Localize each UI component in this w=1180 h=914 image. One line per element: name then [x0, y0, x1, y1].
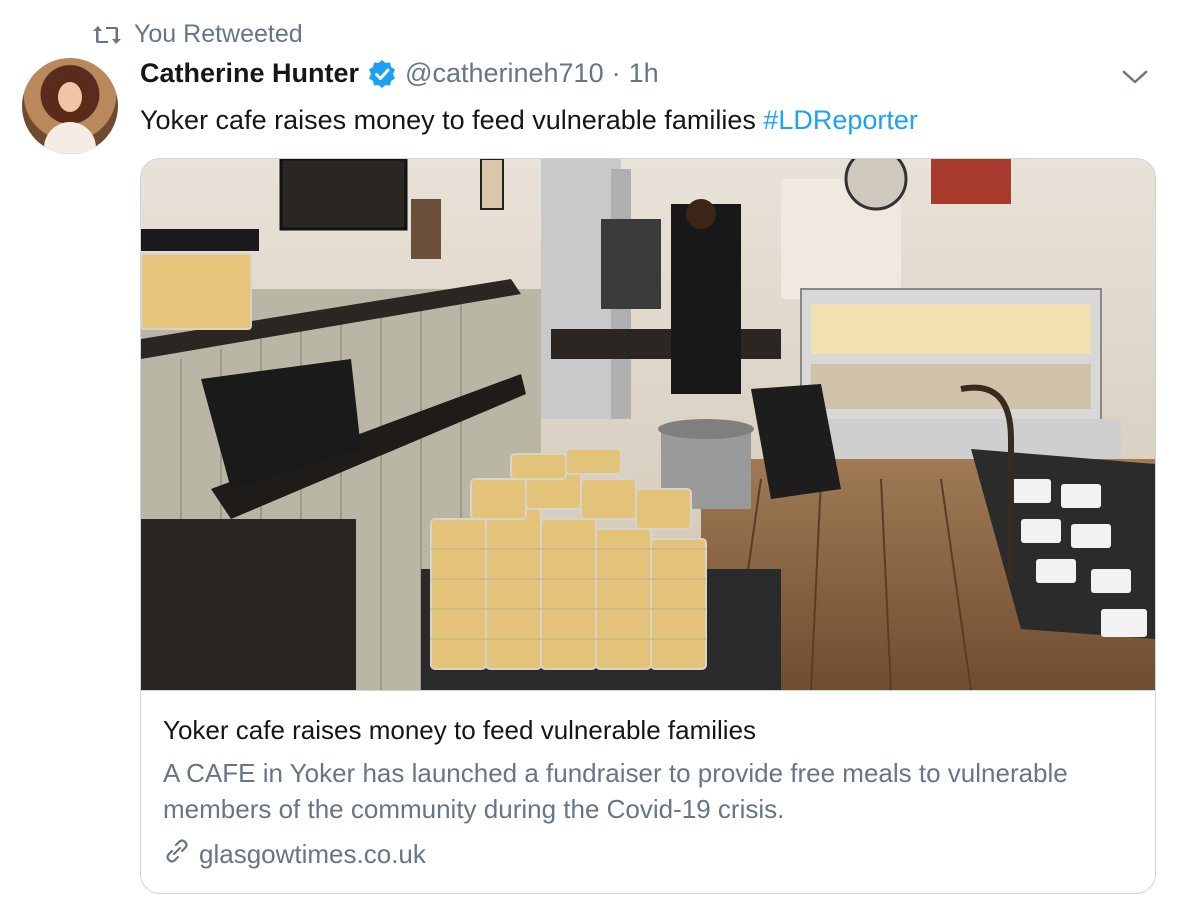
cafe-photo — [141, 159, 1155, 690]
card-body: Yoker cafe raises money to feed vulnerab… — [163, 713, 1133, 872]
hashtag-link[interactable]: #LDReporter — [763, 105, 918, 135]
card-domain[interactable]: glasgowtimes.co.uk — [199, 839, 426, 870]
link-card[interactable]: Yoker cafe raises money to feed vulnerab… — [140, 158, 1156, 894]
verified-icon — [367, 59, 397, 89]
card-description: A CAFE in Yoker has launched a fundraise… — [163, 758, 1068, 824]
tweet-body: Yoker cafe raises money to feed vulnerab… — [140, 105, 764, 135]
retweet-label: You Retweeted — [134, 20, 303, 48]
retweet-icon — [92, 24, 122, 46]
link-icon — [163, 837, 191, 872]
card-domain-row: glasgowtimes.co.uk — [163, 837, 1133, 872]
author-name[interactable]: Catherine Hunter — [140, 58, 359, 89]
retweet-indicator: You Retweeted — [92, 20, 303, 49]
separator-dot: · — [611, 58, 621, 88]
card-title: Yoker cafe raises money to feed vulnerab… — [163, 715, 757, 745]
card-image[interactable] — [141, 159, 1155, 691]
tweet-header: Catherine Hunter @catherineh710 · 1h — [140, 58, 659, 89]
chevron-down-icon[interactable] — [1120, 62, 1150, 92]
tweet-timestamp[interactable]: 1h — [629, 58, 659, 89]
tweet-text: Yoker cafe raises money to feed vulnerab… — [140, 102, 918, 138]
avatar[interactable] — [22, 58, 118, 154]
author-handle[interactable]: @catherineh710 — [405, 58, 604, 89]
